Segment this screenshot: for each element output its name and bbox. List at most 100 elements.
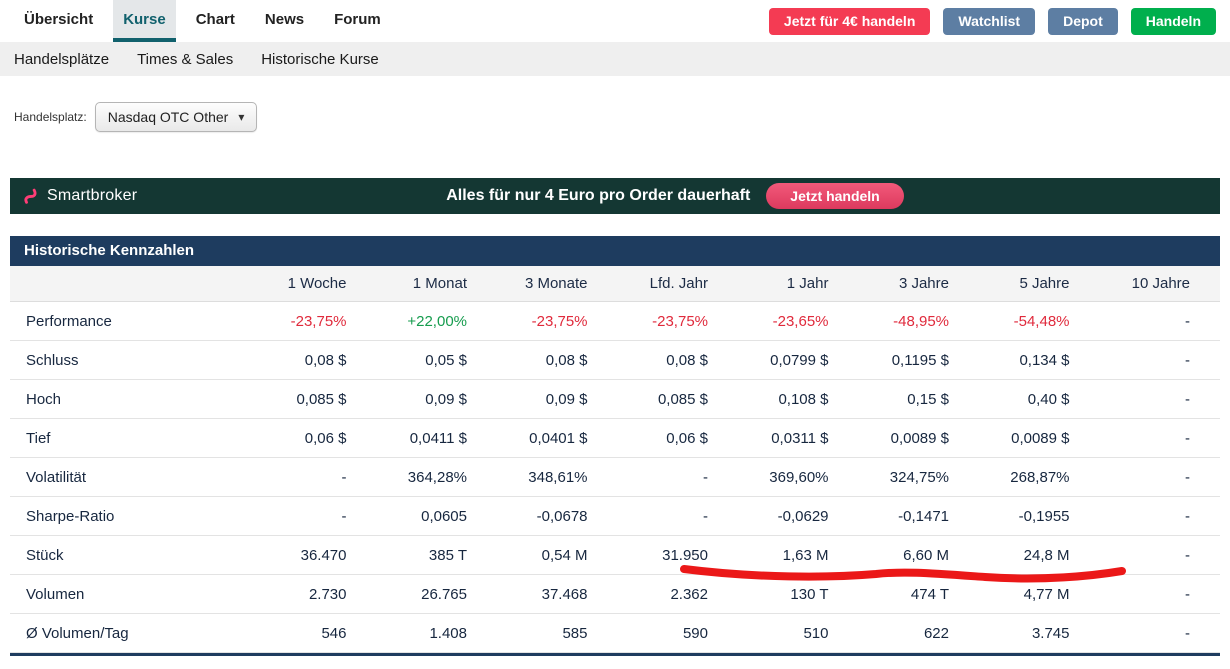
column-header: 1 Monat xyxy=(347,275,468,292)
handelsplatz-label: Handelsplatz: xyxy=(14,110,87,124)
subnav-item-times-and-sales[interactable]: Times & Sales xyxy=(137,51,233,68)
table-cell: - xyxy=(1070,586,1191,603)
column-header: 3 Jahre xyxy=(829,275,950,292)
table-cell: 369,60% xyxy=(708,469,829,486)
table-cell: - xyxy=(1070,313,1191,330)
smartbroker-brand-name: Smartbroker xyxy=(47,187,137,205)
page: Übersicht Kurse Chart News Forum Jetzt f… xyxy=(0,0,1230,669)
table-cell: 1,63 M xyxy=(708,547,829,564)
table-cell: 24,8 M xyxy=(949,547,1070,564)
table-cell: 3.745 xyxy=(949,625,1070,642)
table-cell: 0,085 $ xyxy=(226,391,347,408)
table-cell: 36.470 xyxy=(226,547,347,564)
table-cell: 0,05 $ xyxy=(347,352,468,369)
table-cell: 0,0089 $ xyxy=(829,430,950,447)
column-header: 10 Jahre xyxy=(1070,275,1191,292)
banner-center: Alles für nur 4 Euro pro Order dauerhaft… xyxy=(446,183,904,209)
table-row: Volumen2.73026.76537.4682.362130 T474 T4… xyxy=(10,575,1220,614)
table-cell: 510 xyxy=(708,625,829,642)
table-cell: 0,134 $ xyxy=(949,352,1070,369)
table-cell: - xyxy=(1070,508,1191,525)
row-label: Volatilität xyxy=(26,469,226,486)
table-cell: 1.408 xyxy=(347,625,468,642)
table-cell: 6,60 M xyxy=(829,547,950,564)
handeln-button[interactable]: Handeln xyxy=(1131,8,1216,35)
table-cell: 474 T xyxy=(829,586,950,603)
handelsplatz-select[interactable]: Nasdaq OTC Other ▾ xyxy=(95,102,258,132)
table-cell: 0,085 $ xyxy=(588,391,709,408)
table-cell: 37.468 xyxy=(467,586,588,603)
table-row: Schluss0,08 $0,05 $0,08 $0,08 $0,0799 $0… xyxy=(10,341,1220,380)
nav-tab-news[interactable]: News xyxy=(255,0,314,42)
depot-button[interactable]: Depot xyxy=(1048,8,1118,35)
table-cell: -23,75% xyxy=(226,313,347,330)
table-cell: 0,09 $ xyxy=(467,391,588,408)
table-cell: 0,0799 $ xyxy=(708,352,829,369)
table-cell: 324,75% xyxy=(829,469,950,486)
table-cell: 0,08 $ xyxy=(588,352,709,369)
table-cell: -48,95% xyxy=(829,313,950,330)
row-label: Tief xyxy=(26,430,226,447)
table-cell: 4,77 M xyxy=(949,586,1070,603)
table-cell: - xyxy=(1070,391,1191,408)
table-cell: -0,1955 xyxy=(949,508,1070,525)
table-cell: 364,28% xyxy=(347,469,468,486)
table-cell: 130 T xyxy=(708,586,829,603)
nav-tab-kurse[interactable]: Kurse xyxy=(113,0,176,42)
table-cell: +22,00% xyxy=(347,313,468,330)
historische-kennzahlen-table: Historische Kennzahlen 1 Woche1 Monat3 M… xyxy=(10,236,1220,656)
table-cell: -0,0678 xyxy=(467,508,588,525)
table-cell: 0,08 $ xyxy=(226,352,347,369)
row-label: Schluss xyxy=(26,352,226,369)
watchlist-button[interactable]: Watchlist xyxy=(943,8,1035,35)
table-row: Tief0,06 $0,0411 $0,0401 $0,06 $0,0311 $… xyxy=(10,419,1220,458)
table-cell: - xyxy=(226,469,347,486)
table-cell: -23,65% xyxy=(708,313,829,330)
nav-tab-uebersicht[interactable]: Übersicht xyxy=(14,0,103,42)
nav-tab-chart[interactable]: Chart xyxy=(186,0,245,42)
row-label: Sharpe-Ratio xyxy=(26,508,226,525)
table-cell: - xyxy=(588,469,709,486)
table-cell: 546 xyxy=(226,625,347,642)
table-cell: - xyxy=(1070,430,1191,447)
row-label: Volumen xyxy=(26,586,226,603)
table-cell: -0,0629 xyxy=(708,508,829,525)
banner-text: Alles für nur 4 Euro pro Order dauerhaft xyxy=(446,187,750,205)
table-cell: 0,1195 $ xyxy=(829,352,950,369)
next-section-edge xyxy=(10,653,1220,656)
subnav-item-handelsplaetze[interactable]: Handelsplätze xyxy=(14,51,109,68)
smartbroker-logo-icon xyxy=(22,187,40,205)
row-label: Stück xyxy=(26,547,226,564)
table-title: Historische Kennzahlen xyxy=(10,236,1220,266)
subnav-item-historische-kurse[interactable]: Historische Kurse xyxy=(261,51,379,68)
nav-tabs: Übersicht Kurse Chart News Forum xyxy=(14,0,391,42)
column-header: 1 Jahr xyxy=(708,275,829,292)
chevron-down-icon: ▾ xyxy=(238,110,244,124)
jetzt-fuer-4-euro-handeln-button[interactable]: Jetzt für 4€ handeln xyxy=(769,8,930,35)
table-cell: 268,87% xyxy=(949,469,1070,486)
table-cell: 348,61% xyxy=(467,469,588,486)
nav-tab-forum[interactable]: Forum xyxy=(324,0,391,42)
table-cell: 385 T xyxy=(347,547,468,564)
table-cell: 0,0411 $ xyxy=(347,430,468,447)
handelsplatz-row: Handelsplatz: Nasdaq OTC Other ▾ xyxy=(14,100,1230,134)
table-cell: -54,48% xyxy=(949,313,1070,330)
table-cell: - xyxy=(1070,352,1191,369)
column-header: Lfd. Jahr xyxy=(588,275,709,292)
table-cell: 26.765 xyxy=(347,586,468,603)
table-row: Ø Volumen/Tag5461.4085855905106223.745- xyxy=(10,614,1220,653)
table-cell: 2.362 xyxy=(588,586,709,603)
banner-jetzt-handeln-button[interactable]: Jetzt handeln xyxy=(766,183,903,209)
row-label: Performance xyxy=(26,313,226,330)
table-cell: 0,108 $ xyxy=(708,391,829,408)
table-body: Performance-23,75%+22,00%-23,75%-23,75%-… xyxy=(10,302,1220,653)
column-header: 1 Woche xyxy=(226,275,347,292)
table-cell: 0,0089 $ xyxy=(949,430,1070,447)
table-cell: -0,1471 xyxy=(829,508,950,525)
table-cell: 0,09 $ xyxy=(347,391,468,408)
table-cell: - xyxy=(226,508,347,525)
table-cell: - xyxy=(1070,469,1191,486)
table-cell: 585 xyxy=(467,625,588,642)
table-row: Hoch0,085 $0,09 $0,09 $0,085 $0,108 $0,1… xyxy=(10,380,1220,419)
row-label: Hoch xyxy=(26,391,226,408)
